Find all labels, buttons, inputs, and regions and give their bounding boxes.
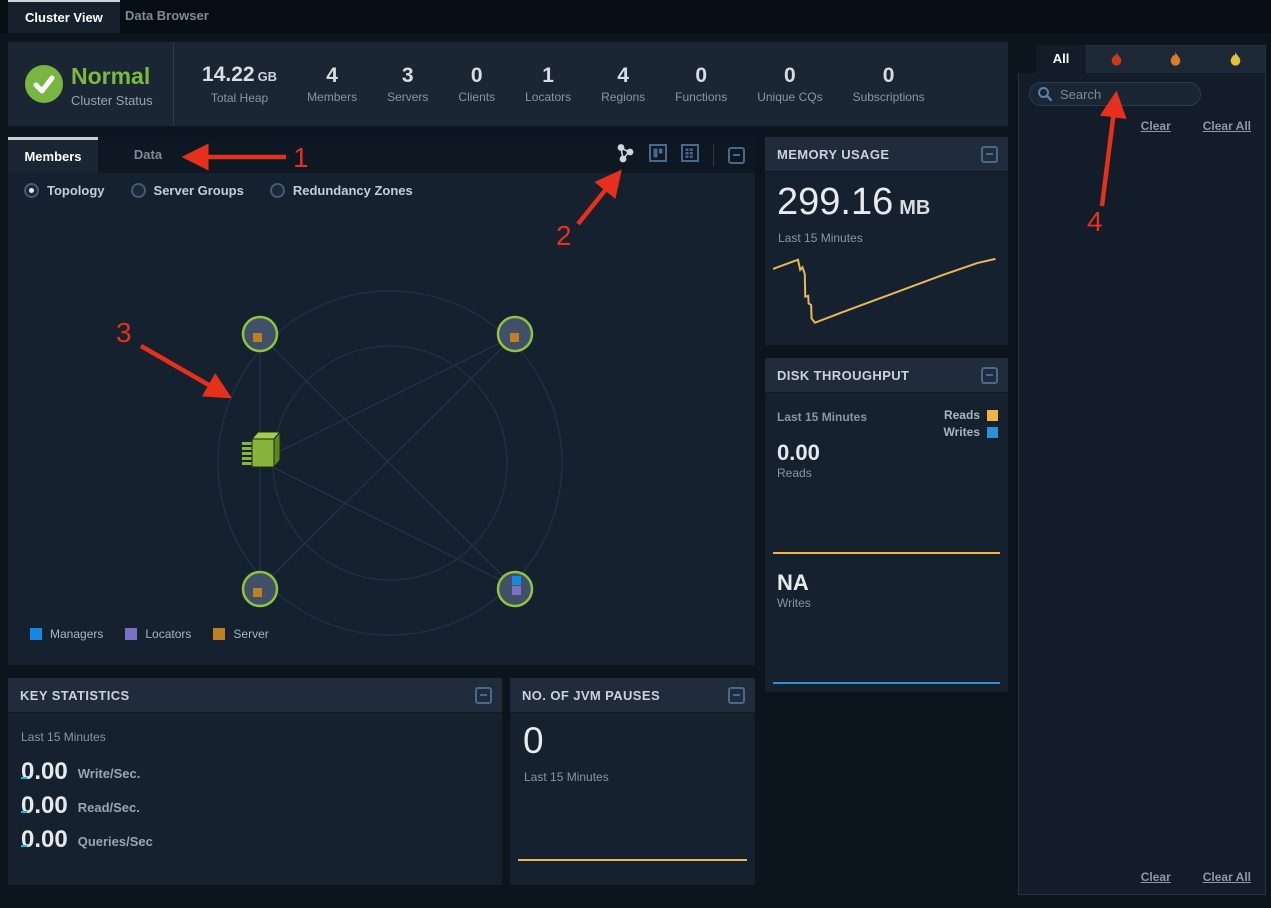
writes-sparkline (21, 775, 27, 781)
memory-usage-chart (773, 253, 1000, 337)
server-color-swatch (213, 628, 225, 640)
disk-throughput-widget: DISK THROUGHPUT Last 15 Minutes Reads Wr… (765, 358, 1008, 692)
collapse-icon-jvm[interactable] (728, 687, 745, 704)
top-tab-bar: Cluster View Data Browser (0, 0, 1271, 33)
stat-servers: 3Servers (387, 64, 428, 104)
alerts-list: Clear Clear All Clear Clear All (1018, 73, 1266, 895)
memory-usage-caption: Last 15 Minutes (778, 231, 863, 245)
disk-writes-chart (773, 680, 1000, 686)
members-panel: Members Data (8, 137, 755, 665)
collapse-icon-memory[interactable] (981, 146, 998, 163)
network-view-icon[interactable] (615, 143, 635, 168)
stat-clients: 0Clients (458, 64, 495, 104)
locators-color-swatch (125, 628, 137, 640)
memory-usage-widget: MEMORY USAGE 299.16MB Last 15 Minutes (765, 137, 1008, 345)
cluster-header: Normal Cluster Status 14.22GB Total Heap… (8, 42, 1008, 126)
reads-color-swatch (987, 410, 998, 421)
jvm-pauses-widget: NO. OF JVM PAUSES 0 Last 15 Minutes (510, 678, 755, 885)
stat-locators: 1Locators (525, 64, 571, 104)
alerts-tab-all[interactable]: All (1036, 45, 1086, 73)
key-statistics-title: KEY STATISTICS (20, 688, 130, 703)
topology-legend: Managers Locators Server (30, 627, 269, 641)
topology-graph (8, 173, 755, 665)
jvm-pauses-title: NO. OF JVM PAUSES (522, 688, 660, 703)
jvm-pauses-value: 0 (523, 720, 544, 762)
toolbar-divider (713, 144, 714, 166)
disk-writes-label: Writes (777, 596, 811, 610)
stat-subscriptions: 0Subscriptions (853, 64, 925, 104)
stat-total-heap: 14.22GB Total Heap (202, 63, 277, 105)
grid-view-icon[interactable] (681, 144, 699, 167)
collapse-icon-members[interactable] (728, 147, 745, 164)
key-statistics-caption: Last 15 Minutes (21, 730, 106, 744)
reads-sparkline (21, 809, 27, 815)
key-statistics-widget: KEY STATISTICS Last 15 Minutes 0.00 Writ… (8, 678, 502, 885)
member-node-server-1[interactable] (243, 317, 277, 351)
alerts-search-input[interactable] (1029, 82, 1201, 106)
alerts-panel: All Clear Clear All Clear Clear All (1018, 45, 1266, 895)
error-flame-icon[interactable] (1146, 46, 1205, 73)
member-node-server-2[interactable] (498, 317, 532, 351)
jvm-pauses-chart (518, 857, 747, 863)
stat-row-reads: 0.00 Read/Sec. (21, 784, 488, 818)
treemap-view-icon[interactable] (649, 144, 667, 167)
legend-reads: Reads (944, 408, 998, 422)
writes-color-swatch (987, 427, 998, 438)
disk-reads-label: Reads (777, 466, 812, 480)
collapse-icon-keystats[interactable] (475, 687, 492, 704)
clear-all-link-bottom[interactable]: Clear All (1203, 870, 1251, 884)
cluster-status-block: Normal Cluster Status (8, 42, 174, 126)
member-node-server-3[interactable] (243, 572, 277, 606)
disk-throughput-caption: Last 15 Minutes (777, 410, 867, 424)
stat-row-writes: 0.00 Write/Sec. (21, 750, 488, 784)
disk-throughput-title: DISK THROUGHPUT (777, 368, 909, 383)
stat-unique-cqs: 0Unique CQs (757, 64, 822, 104)
tab-data-browser[interactable]: Data Browser (108, 0, 226, 33)
legend-server: Server (213, 627, 268, 641)
tab-members[interactable]: Members (8, 137, 98, 173)
legend-writes: Writes (944, 425, 998, 439)
legend-managers: Managers (30, 627, 103, 641)
clear-link-bottom[interactable]: Clear (1141, 870, 1171, 884)
members-panel-tabrow: Members Data (8, 137, 755, 173)
cluster-stats-row: 14.22GB Total Heap 4Members 3Servers 0Cl… (174, 42, 1008, 126)
disk-reads-value: 0.00 (777, 440, 820, 466)
cluster-status-value: Normal (71, 63, 150, 90)
alert-severity-tabs (1086, 45, 1266, 73)
tab-cluster-view[interactable]: Cluster View (8, 0, 120, 33)
host-member-icon[interactable] (242, 432, 280, 467)
status-check-icon (25, 65, 63, 103)
search-icon (1037, 86, 1053, 102)
collapse-icon-disk[interactable] (981, 367, 998, 384)
queries-sparkline (21, 843, 27, 849)
stat-regions: 4Regions (601, 64, 645, 104)
cluster-status-label: Cluster Status (71, 93, 153, 108)
critical-flame-icon[interactable] (1087, 46, 1146, 73)
tab-data[interactable]: Data (116, 137, 180, 173)
member-node-manager-locator[interactable] (498, 572, 532, 606)
clear-link-top[interactable]: Clear (1141, 119, 1171, 133)
disk-writes-value: NA (777, 570, 809, 596)
stat-functions: 0Functions (675, 64, 727, 104)
jvm-pauses-caption: Last 15 Minutes (524, 770, 609, 784)
warning-flame-icon[interactable] (1206, 46, 1265, 73)
memory-usage-title: MEMORY USAGE (777, 147, 889, 162)
clear-all-link-top[interactable]: Clear All (1203, 119, 1251, 133)
stat-members: 4Members (307, 64, 357, 104)
managers-color-swatch (30, 628, 42, 640)
disk-throughput-legend: Reads Writes (944, 408, 998, 439)
memory-usage-value: 299.16MB (777, 181, 930, 224)
legend-locators: Locators (125, 627, 191, 641)
stat-row-queries: 0.00 Queries/Sec (21, 818, 488, 852)
disk-reads-chart (773, 550, 1000, 556)
